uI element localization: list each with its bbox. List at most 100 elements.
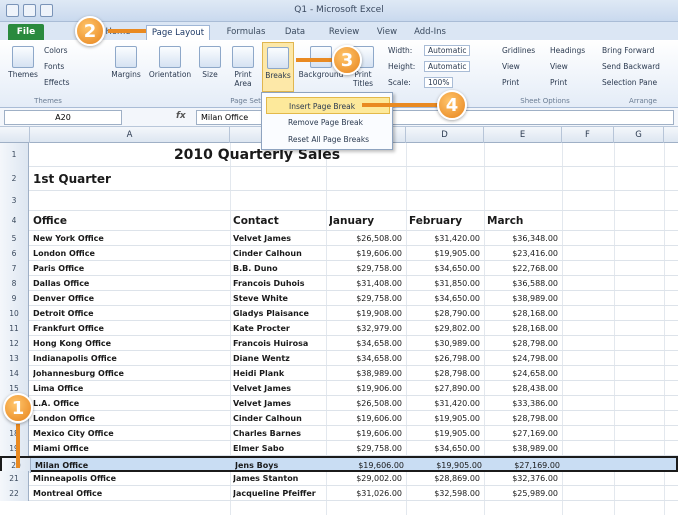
cell-march[interactable]: $36,348.00 (484, 231, 562, 246)
cell-march[interactable]: $28,438.00 (484, 381, 562, 396)
cell-february[interactable]: $19,905.00 (406, 246, 484, 261)
tab-add-ins[interactable]: Add-Ins (410, 25, 450, 40)
effects-button[interactable]: Effects (44, 78, 70, 87)
width-dropdown[interactable]: Automatic (424, 45, 471, 56)
column-header-f[interactable]: F (562, 127, 614, 143)
height-dropdown[interactable]: Automatic (424, 61, 471, 72)
row-header[interactable]: 6 (0, 246, 29, 261)
cell-february[interactable]: $28,798.00 (406, 366, 484, 381)
cell-contact[interactable]: Francois Duhois (233, 276, 326, 291)
header-february[interactable]: February (409, 211, 484, 231)
cell-february[interactable]: $19,905.00 (406, 426, 484, 441)
row-header[interactable]: 4 (0, 211, 29, 231)
tab-page-layout[interactable]: Page Layout (146, 25, 210, 40)
remove-page-break-item[interactable]: Remove Page Break (266, 114, 390, 131)
sheet-title[interactable]: 2010 Quarterly Sales (30, 143, 484, 167)
reset-all-page-breaks-item[interactable]: Reset All Page Breaks (266, 131, 390, 148)
cell-january[interactable]: $19,606.00 (326, 426, 406, 441)
cell-march[interactable]: $24,798.00 (484, 351, 562, 366)
cell-contact[interactable]: Cinder Calhoun (233, 246, 326, 261)
cell-january[interactable]: $19,606.00 (326, 411, 406, 426)
row-header[interactable]: 10 (0, 306, 29, 321)
cell-contact[interactable]: Gladys Plaisance (233, 306, 326, 321)
cell-march[interactable]: $28,798.00 (484, 336, 562, 351)
cell-contact[interactable]: Charles Barnes (233, 426, 326, 441)
tab-formulas[interactable]: Formulas (222, 25, 270, 40)
tab-file[interactable]: File (8, 24, 44, 40)
cell-january[interactable]: $29,758.00 (326, 441, 406, 456)
cell-february[interactable]: $26,798.00 (406, 351, 484, 366)
cell-contact[interactable]: Heidi Plank (233, 366, 326, 381)
cell-contact[interactable]: Elmer Sabo (233, 441, 326, 456)
cell-march[interactable]: $33,386.00 (484, 396, 562, 411)
cell-january[interactable]: $31,408.00 (326, 276, 406, 291)
bring-forward-button[interactable]: Bring Forward (602, 46, 654, 55)
row-header[interactable]: 3 (0, 191, 29, 211)
cell-contact[interactable]: Steve White (233, 291, 326, 306)
cell-march[interactable]: $25,989.00 (484, 486, 562, 501)
tab-data[interactable]: Data (278, 25, 312, 40)
cell-february[interactable]: $19,905.00 (406, 411, 484, 426)
column-header-d[interactable]: D (406, 127, 484, 143)
cell-january[interactable]: $29,758.00 (326, 261, 406, 276)
cell-february[interactable]: $27,890.00 (406, 381, 484, 396)
cell-february[interactable]: $29,802.00 (406, 321, 484, 336)
cell-march[interactable]: $38,989.00 (484, 291, 562, 306)
column-header-a[interactable]: A (30, 127, 230, 143)
print-area-button[interactable]: Print Area (226, 46, 260, 88)
cell-march[interactable]: $36,588.00 (484, 276, 562, 291)
cell-contact[interactable]: Velvet James (233, 396, 326, 411)
gridlines-view-checkbox[interactable]: View (502, 62, 520, 71)
cell-march[interactable]: $38,989.00 (484, 441, 562, 456)
cell-march[interactable]: $23,416.00 (484, 246, 562, 261)
cell-february[interactable]: $31,420.00 (406, 396, 484, 411)
cell-contact[interactable]: James Stanton (233, 471, 326, 486)
cell-office[interactable]: Denver Office (33, 291, 230, 306)
cell-office[interactable]: Detroit Office (33, 306, 230, 321)
cell-office[interactable]: Frankfurt Office (33, 321, 230, 336)
sheet-subtitle[interactable]: 1st Quarter (33, 167, 230, 191)
headings-view-checkbox[interactable]: View (550, 62, 568, 71)
cell-office[interactable]: Lima Office (33, 381, 230, 396)
cell-office[interactable]: Johannesburg Office (33, 366, 230, 381)
fonts-button[interactable]: Fonts (44, 62, 64, 71)
cell-january[interactable]: $31,026.00 (326, 486, 406, 501)
select-all-corner[interactable] (0, 127, 30, 143)
row-header[interactable]: 8 (0, 276, 29, 291)
cell-january[interactable]: $32,979.00 (326, 321, 406, 336)
cell-march[interactable]: $22,768.00 (484, 261, 562, 276)
selection-pane-button[interactable]: Selection Pane (602, 78, 657, 87)
column-header-e[interactable]: E (484, 127, 562, 143)
cell-february[interactable]: $34,650.00 (406, 441, 484, 456)
column-header-g[interactable]: G (614, 127, 664, 143)
cell-february[interactable]: $34,650.00 (406, 291, 484, 306)
cell-february[interactable]: $34,650.00 (406, 261, 484, 276)
cell-january[interactable]: $34,658.00 (326, 336, 406, 351)
row-header[interactable]: 7 (0, 261, 29, 276)
cell-january[interactable]: $29,758.00 (326, 291, 406, 306)
cell-office[interactable]: Minneapolis Office (33, 471, 230, 486)
cell-contact[interactable]: Velvet James (233, 381, 326, 396)
cell-january[interactable]: $19,906.00 (326, 381, 406, 396)
cell-office[interactable]: London Office (33, 411, 230, 426)
row-header[interactable]: 2 (0, 167, 29, 191)
cell-contact[interactable]: Jacqueline Pfeiffer (233, 486, 326, 501)
cell-office[interactable]: Dallas Office (33, 276, 230, 291)
cell-office[interactable]: London Office (33, 246, 230, 261)
row-header[interactable]: 19 (0, 441, 29, 456)
cell-january[interactable]: $38,989.00 (326, 366, 406, 381)
cell-office[interactable]: Mexico City Office (33, 426, 230, 441)
header-contact[interactable]: Contact (233, 211, 326, 231)
row-header[interactable]: 22 (0, 486, 29, 501)
orientation-button[interactable]: Orientation (146, 46, 194, 79)
worksheet-grid[interactable]: 1 2010 Quarterly Sales 2 1st Quarter 3 4… (0, 143, 678, 515)
row-header[interactable]: 13 (0, 351, 29, 366)
cell-contact[interactable]: Francois Huirosa (233, 336, 326, 351)
scale-spinner[interactable]: 100% (424, 77, 454, 88)
headings-print-checkbox[interactable]: Print (550, 78, 567, 87)
cell-office[interactable]: Paris Office (33, 261, 230, 276)
cell-march[interactable]: $28,168.00 (484, 321, 562, 336)
header-march[interactable]: March (487, 211, 562, 231)
breaks-button[interactable]: Breaks (262, 42, 294, 92)
size-button[interactable]: Size (196, 46, 224, 79)
